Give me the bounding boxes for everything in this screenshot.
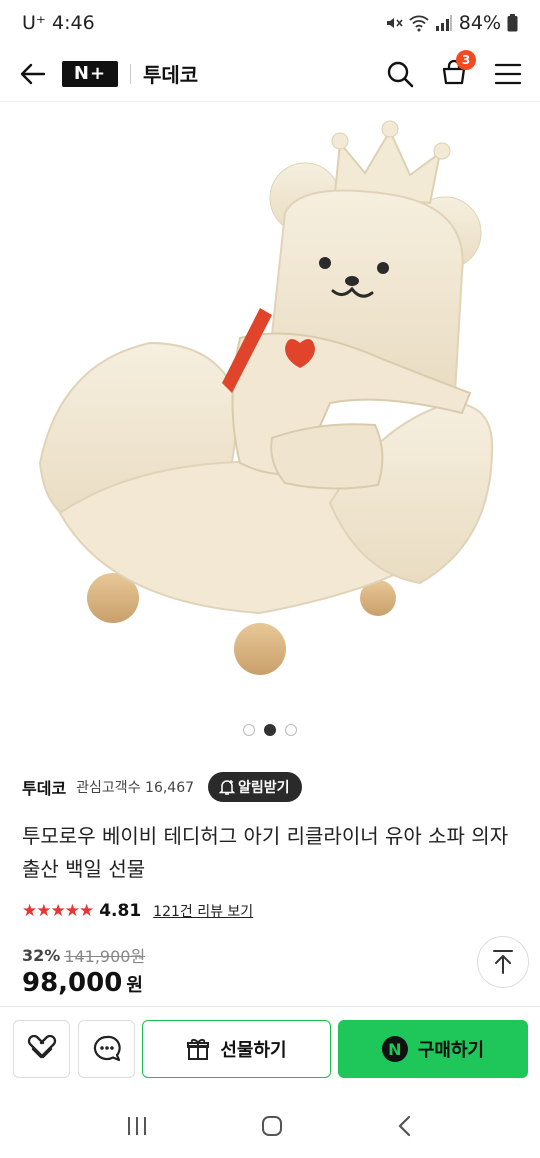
naver-plus-logo[interactable]: N+ [62, 60, 118, 87]
sale-price: 98,000 [22, 968, 123, 998]
arrow-up-icon [493, 950, 513, 974]
header-divider [130, 63, 131, 84]
mute-icon [386, 18, 403, 28]
app-header: N+ 투데코 3 [0, 46, 540, 102]
home-icon[interactable] [260, 1114, 284, 1138]
buy-button[interactable]: N 구매하기 [338, 1020, 528, 1078]
status-left: U⁺ 4:46 [22, 12, 95, 34]
price-row: 98,000 원 [22, 968, 143, 998]
notify-button[interactable]: 알림받기 [208, 772, 302, 802]
battery-percent: 84% [458, 12, 501, 34]
battery-icon [507, 14, 518, 32]
wishlist-button[interactable] [13, 1020, 70, 1078]
header-actions: 3 [386, 49, 522, 90]
recent-apps-icon[interactable] [125, 1115, 149, 1137]
seller-name[interactable]: 투데코 [22, 775, 66, 799]
discount-row: 32% 141,900원 [22, 943, 145, 967]
currency-label: 원 [126, 975, 143, 996]
discount-rate: 32% [22, 945, 61, 965]
scroll-top-button[interactable] [477, 936, 529, 988]
menu-icon[interactable] [494, 62, 522, 86]
zzim-icon [27, 1035, 56, 1059]
interest-label: 관심고객수 [76, 780, 141, 796]
status-bar: U⁺ 4:46 84% [0, 0, 540, 46]
original-price: 141,900원 [64, 947, 146, 966]
baby-sofa-image [38, 120, 494, 675]
carousel-dot-active[interactable] [264, 724, 276, 736]
gift-button[interactable]: 선물하기 [142, 1020, 331, 1078]
product-title: 투모로우 베이비 테디허그 아기 리클라이너 유아 소파 의자 출산 백일 선물 [22, 824, 509, 881]
back-arrow-icon [20, 63, 46, 84]
buy-label: 구매하기 [417, 1040, 485, 1061]
gift-icon [187, 1038, 210, 1060]
system-nav-bar [0, 1093, 540, 1158]
naver-pay-icon: N [381, 1036, 408, 1062]
rating-value: 4.81 [99, 901, 142, 921]
rating-row: ★★★★★ 4.81 121건 리뷰 보기 [22, 901, 253, 921]
wifi-icon [409, 15, 429, 32]
product-image[interactable] [0, 103, 540, 703]
carousel-indicator [0, 724, 540, 736]
notify-label: 알림받기 [238, 780, 290, 796]
carrier-label: U⁺ [22, 12, 46, 34]
search-icon[interactable] [386, 60, 414, 88]
carousel-dot[interactable] [285, 724, 297, 736]
interest-customers: 관심고객수 16,467 [76, 777, 194, 797]
carousel-dot[interactable] [243, 724, 255, 736]
review-link[interactable]: 121건 리뷰 보기 [153, 901, 253, 921]
gift-label: 선물하기 [220, 1040, 287, 1061]
status-right: 84% [385, 12, 518, 34]
star-rating-icon: ★★★★★ [22, 901, 94, 921]
interest-count: 16,467 [145, 780, 195, 796]
cart-button[interactable]: 3 [440, 49, 476, 90]
cart-count-badge: 3 [456, 49, 476, 70]
chat-icon [93, 1035, 121, 1062]
back-button[interactable] [18, 59, 48, 89]
back-nav-icon[interactable] [395, 1114, 415, 1138]
signal-icon [435, 15, 452, 31]
bottom-action-bar: 선물하기 N 구매하기 [0, 1006, 540, 1092]
status-time: 4:46 [51, 12, 95, 34]
talk-button[interactable] [78, 1020, 135, 1078]
bell-plus-icon [218, 780, 236, 795]
store-name[interactable]: 투데코 [143, 59, 198, 88]
seller-row: 투데코 관심고객수 16,467 알림받기 [22, 772, 302, 802]
